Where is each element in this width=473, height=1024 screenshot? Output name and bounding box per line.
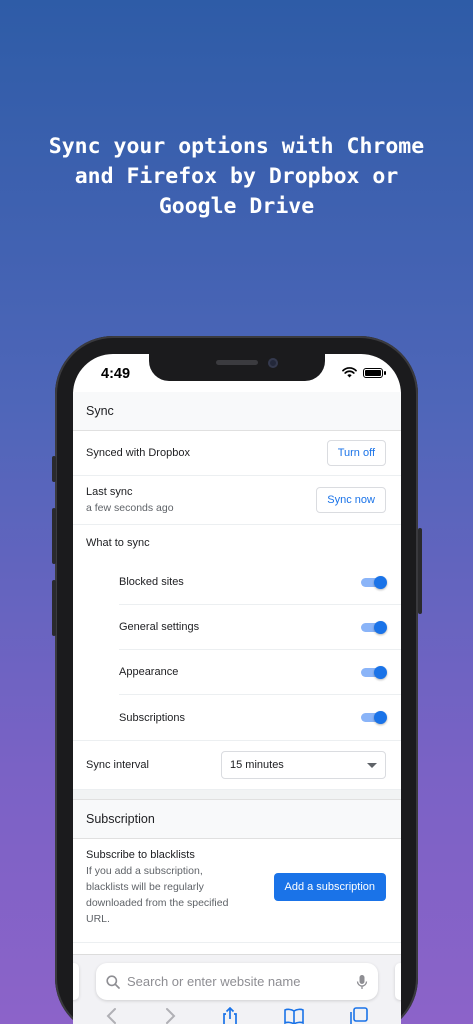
back-icon[interactable] [105,1007,119,1024]
search-icon [106,974,120,989]
browser-toolbar: Search or enter website name [73,954,401,1024]
section-divider [73,790,401,800]
phone-volume-down [52,580,56,636]
sync-interval-row: Sync interval 15 minutes [73,740,401,790]
sync-item-label: Subscriptions [119,711,186,724]
sync-now-button[interactable]: Sync now [316,487,386,513]
microphone-icon[interactable] [356,974,368,990]
search-placeholder: Search or enter website name [127,974,301,989]
bookmarks-icon[interactable] [283,1007,305,1024]
last-sync-row: Last sync a few seconds ago Sync now [73,476,401,525]
blocked-sites-toggle[interactable] [361,575,387,589]
sync-interval-value: 15 minutes [230,759,284,771]
battery-icon [363,367,386,378]
sync-item-label: General settings [119,621,200,633]
last-sync-value: a few seconds ago [86,502,174,514]
sync-interval-label: Sync interval [86,759,149,771]
phone-power-button [418,528,422,614]
front-camera [268,358,278,368]
sync-section-title: Sync [73,392,401,431]
subscribe-title: Subscribe to blacklists [86,849,195,861]
status-time: 4:49 [101,366,131,382]
sync-item-label: Blocked sites [119,576,184,588]
add-subscription-button[interactable]: Add a subscription [273,873,386,901]
general-settings-toggle[interactable] [361,620,387,634]
phone-volume-up [52,508,56,564]
sync-item-general-settings[interactable]: General settings [119,605,401,650]
headline: Sync your options with Chrome and Firefo… [48,134,425,219]
status-icons [342,367,386,378]
sync-item-label: Appearance [119,666,179,678]
last-sync-label: Last sync [86,486,133,498]
turn-off-button[interactable]: Turn off [326,440,386,466]
synced-with-label: Synced with Dropbox [86,447,190,459]
tabs-icon[interactable] [349,1007,369,1024]
subscribe-description: If you add a subscription, blacklists wi… [86,865,229,925]
settings-content: Sync Synced with Dropbox Turn off Last s… [73,392,401,943]
phone-mute-switch [52,456,56,482]
sync-item-blocked-sites[interactable]: Blocked sites [119,560,401,605]
chevron-down-icon [367,762,377,768]
earpiece-speaker [216,360,258,365]
sync-interval-select[interactable]: 15 minutes [221,751,386,779]
synced-with-row: Synced with Dropbox Turn off [73,431,401,476]
subscription-section-title: Subscription [73,800,401,839]
subscribe-row: Subscribe to blacklists If you add a sub… [73,839,401,943]
sync-item-subscriptions[interactable]: Subscriptions [119,695,401,740]
sync-item-appearance[interactable]: Appearance [119,650,401,695]
navigation-toolbar [73,1007,401,1024]
share-icon[interactable] [221,1007,239,1024]
what-to-sync-label: What to sync [86,536,150,549]
phone-screen: 4:49 Sync Synced with Dropbox Turn off L… [73,354,401,1024]
phone-notch [149,354,325,381]
previous-tab-peek [73,963,79,1000]
subscriptions-toggle[interactable] [361,711,387,724]
appearance-toggle[interactable] [361,665,387,679]
address-bar[interactable]: Search or enter website name [96,963,378,1000]
forward-icon[interactable] [163,1007,177,1024]
next-tab-peek [395,963,401,1000]
wifi-icon [342,367,357,378]
